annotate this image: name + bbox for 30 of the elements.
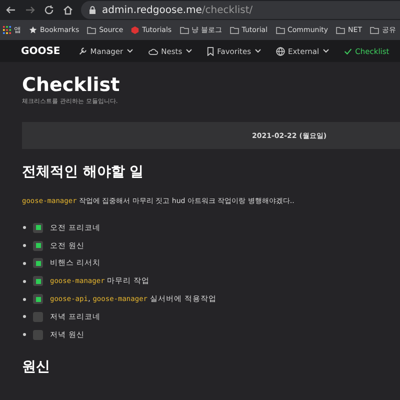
checkbox[interactable] [33, 258, 43, 268]
bookmark-icon [207, 46, 214, 56]
checkbox[interactable] [33, 294, 43, 304]
back-icon[interactable] [6, 5, 16, 15]
check-icon [344, 48, 352, 54]
folder-icon [180, 26, 189, 34]
folder-icon [370, 26, 379, 34]
page-title: Checklist [22, 74, 121, 96]
wrench-icon [79, 47, 88, 55]
star-icon [29, 26, 37, 34]
globe-icon [276, 46, 285, 56]
cube-icon [131, 26, 140, 34]
apps-grid-icon [3, 26, 11, 34]
forward-icon[interactable] [25, 5, 35, 15]
folder-icon [230, 26, 239, 34]
folder-icon [336, 26, 346, 34]
section-heading: 원신 [22, 358, 51, 376]
address-bar[interactable]: admin.redgoose.me/checklist/ [81, 1, 400, 19]
reload-icon[interactable] [44, 5, 54, 15]
checkbox[interactable] [33, 222, 43, 233]
checkbox[interactable] [33, 312, 43, 322]
cloud-icon [148, 48, 158, 54]
home-icon[interactable] [63, 5, 73, 15]
checkbox[interactable] [33, 276, 43, 286]
folder-icon [276, 26, 285, 34]
section-heading: 전체적인 해야할 일 [22, 163, 145, 181]
site-logo[interactable]: GOOSE [21, 46, 60, 56]
checkbox[interactable] [33, 240, 43, 251]
folder-icon [87, 26, 96, 34]
checkbox[interactable] [33, 330, 43, 340]
